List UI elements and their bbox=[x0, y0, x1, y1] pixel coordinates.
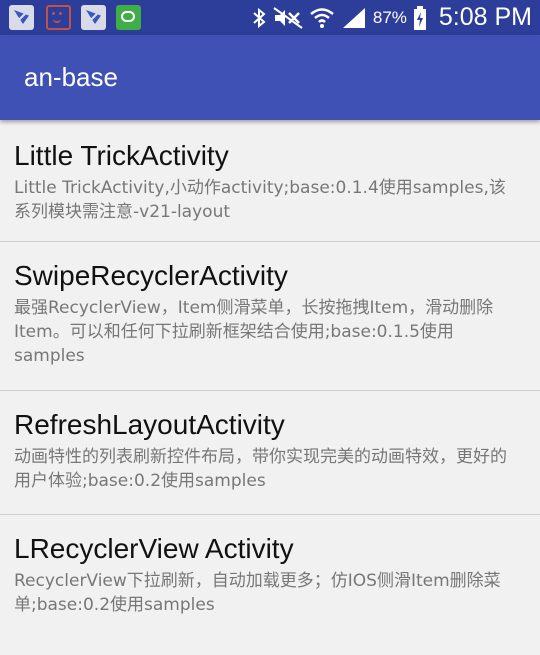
activity-list: Little TrickActivity Little TrickActivit… bbox=[0, 122, 540, 639]
list-item-title: SwipeRecyclerActivity bbox=[14, 260, 288, 291]
app-bird-icon bbox=[9, 5, 34, 30]
list-item-description: 最强RecyclerView，Item侧滑菜单，长按拖拽Item，滑动删除Ite… bbox=[14, 298, 494, 366]
app-bird-icon bbox=[81, 5, 106, 30]
wifi-icon bbox=[310, 7, 334, 28]
list-item-title: RefreshLayoutActivity bbox=[14, 409, 285, 440]
clock: 5:08 PM bbox=[438, 3, 532, 31]
list-item[interactable]: Little TrickActivity Little TrickActivit… bbox=[0, 122, 540, 242]
list-item-description: Little TrickActivity,小动作activity;base:0.… bbox=[14, 178, 506, 222]
list-item[interactable]: LRecyclerView Activity RecyclerView下拉刷新，… bbox=[0, 515, 540, 639]
battery-charging-icon bbox=[413, 5, 426, 30]
app-bar: an-base bbox=[0, 35, 540, 120]
signal-icon bbox=[342, 7, 365, 28]
status-bar: 87% 5:08 PM bbox=[0, 0, 540, 35]
mute-icon bbox=[273, 6, 303, 29]
list-item[interactable]: RefreshLayoutActivity 动画特性的列表刷新控件布局，带你实现… bbox=[0, 391, 540, 515]
battery-percentage: 87% bbox=[372, 7, 407, 27]
bluetooth-icon bbox=[253, 7, 266, 28]
chat-app-icon bbox=[116, 5, 141, 30]
app-title: an-base bbox=[24, 62, 118, 92]
list-item-description: RecyclerView下拉刷新，自动加载更多；仿IOS侧滑Item删除菜单;b… bbox=[14, 571, 501, 615]
list-item[interactable]: SwipeRecyclerActivity 最强RecyclerView，Ite… bbox=[0, 242, 540, 391]
smiley-icon bbox=[46, 5, 71, 30]
list-item-description: 动画特性的列表刷新控件布局，带你实现完美的动画特效，更好的用户体验;base:0… bbox=[14, 447, 507, 491]
list-item-title: LRecyclerView Activity bbox=[14, 533, 294, 564]
system-tray: 87% 5:08 PM bbox=[251, 0, 532, 35]
list-item-title: Little TrickActivity bbox=[14, 140, 229, 171]
